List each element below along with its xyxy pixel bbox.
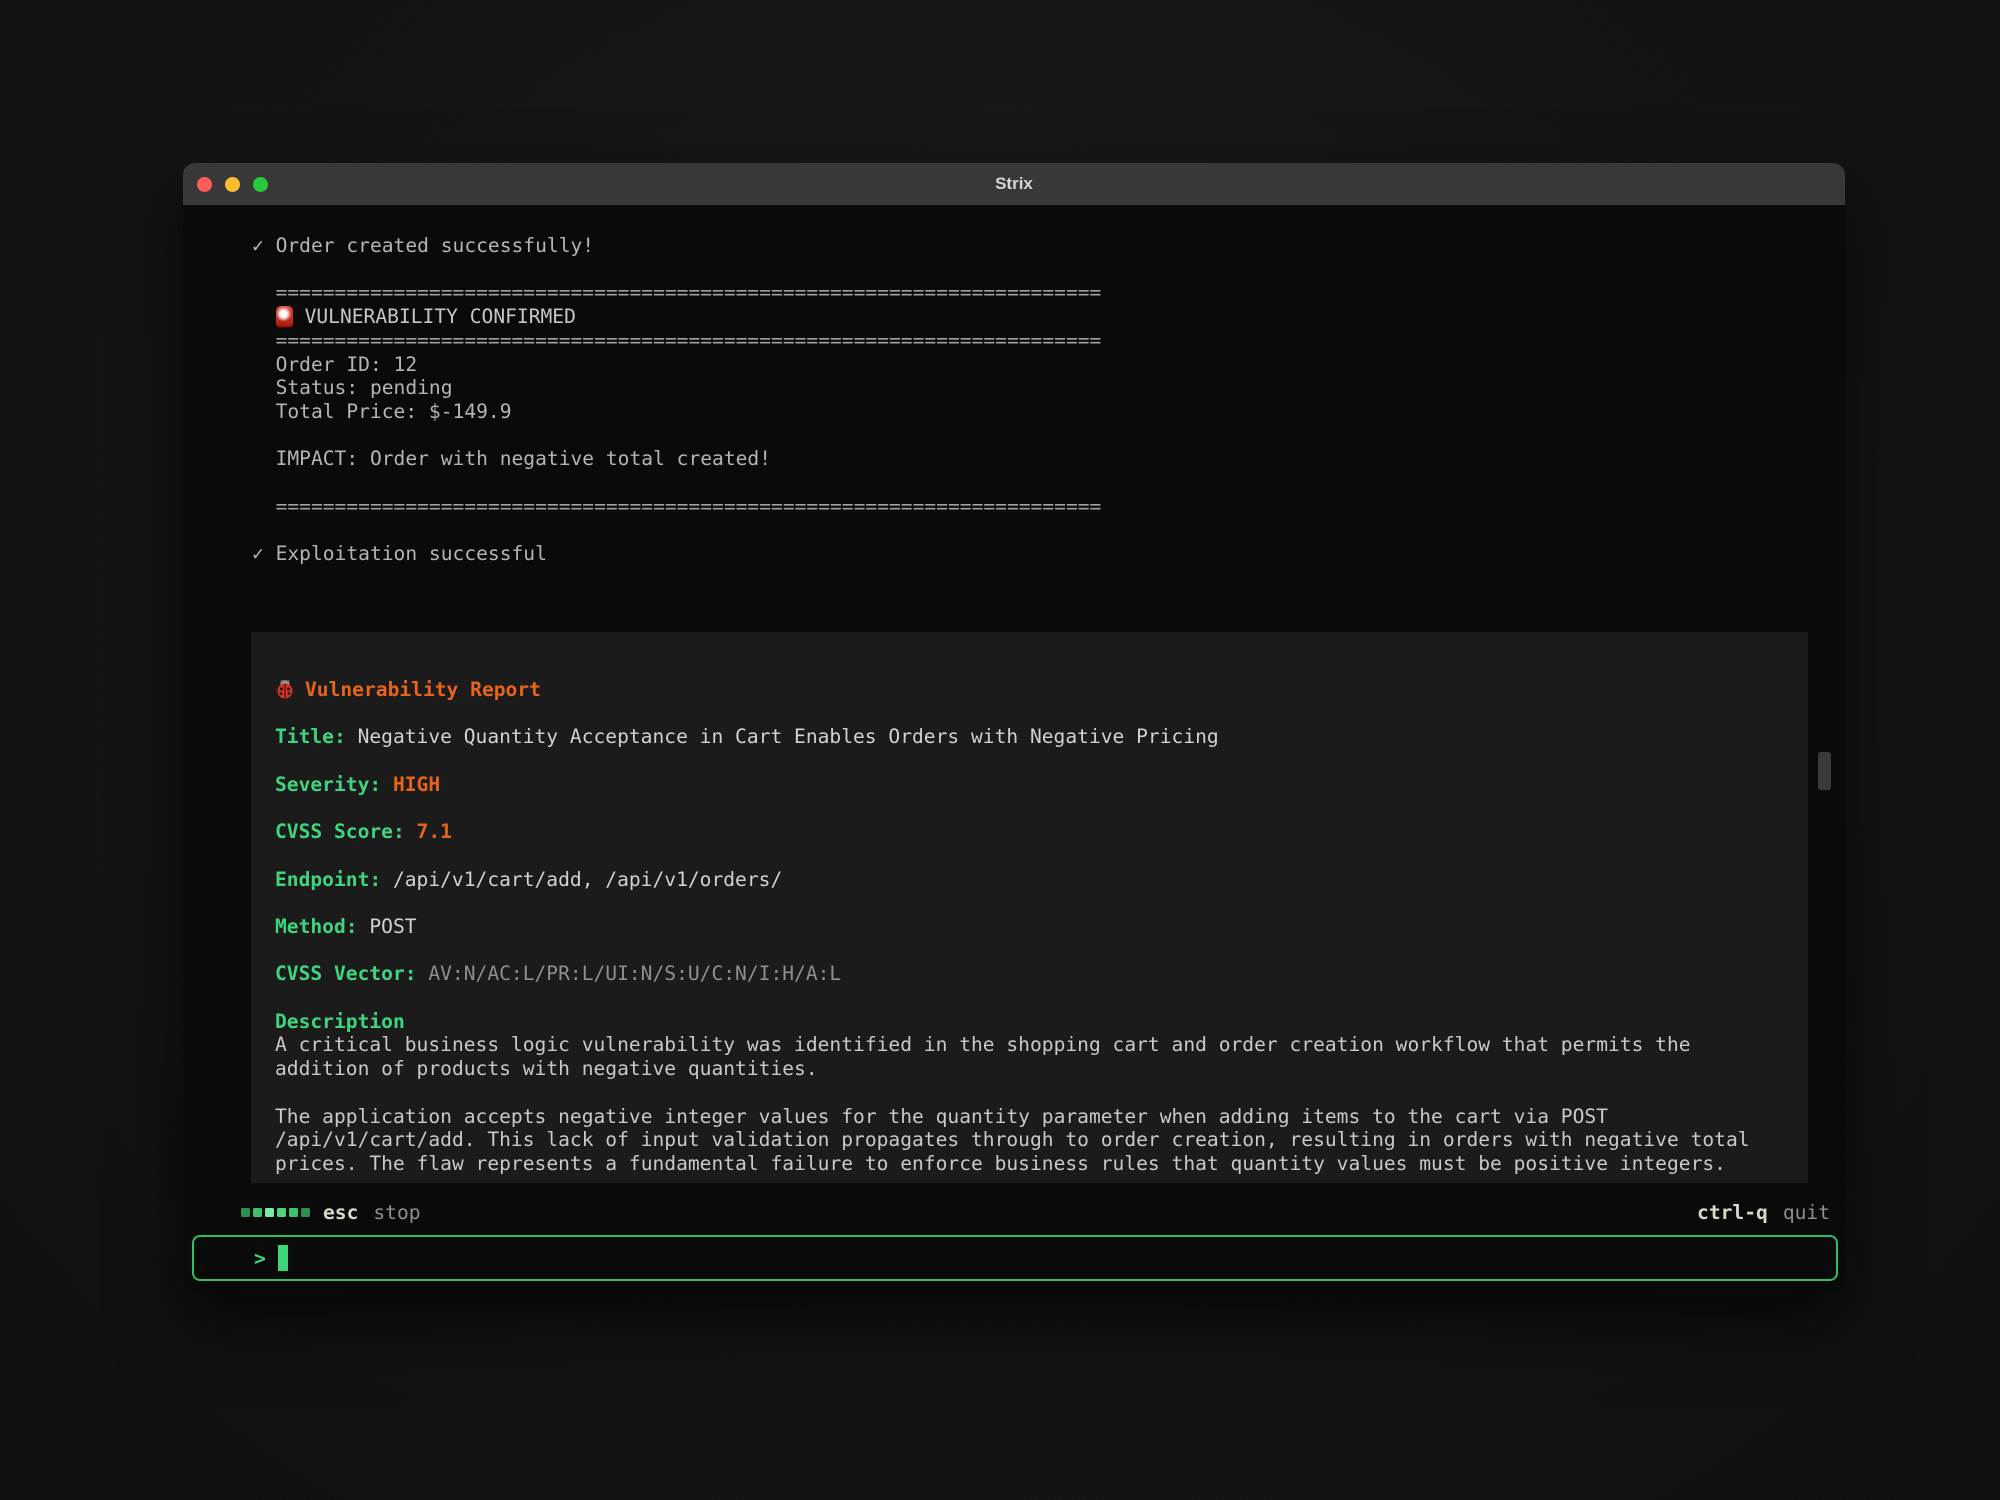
blank-line — [252, 258, 1845, 282]
minimize-window-button[interactable] — [225, 177, 240, 192]
command-input[interactable]: > — [192, 1235, 1838, 1281]
ladybug-icon — [275, 679, 295, 699]
report-title: Vulnerability Report — [305, 678, 541, 701]
exploitation-success-line: ✓ Exploitation successful — [252, 542, 1845, 566]
blank-line — [252, 518, 1845, 542]
endpoint-value: /api/v1/cart/add, /api/v1/orders/ — [393, 868, 782, 891]
scrollbar-thumb[interactable] — [1818, 752, 1831, 790]
description-paragraph-1: A critical business logic vulnerability … — [275, 1033, 1784, 1080]
terminal-output: ✓ Order created successfully! ===========… — [183, 163, 1845, 566]
zoom-window-button[interactable] — [253, 177, 268, 192]
separator-line: ========================================… — [252, 495, 1845, 519]
severity-label: Severity: — [275, 773, 381, 796]
esc-action-label: stop — [373, 1201, 420, 1224]
strix-window: Strix ✓ Order created successfully! =====… — [183, 163, 1845, 1293]
endpoint-row: Endpoint: /api/v1/cart/add, /api/v1/order… — [275, 868, 1784, 892]
severity-row: Severity: HIGH — [275, 773, 1784, 797]
impact-line: IMPACT: Order with negative total create… — [252, 447, 1845, 471]
title-label: Title: — [275, 725, 346, 748]
text-cursor — [278, 1245, 288, 1271]
cvss-score-value: 7.1 — [417, 820, 452, 843]
cvss-score-label: CVSS Score: — [275, 820, 405, 843]
quit-key-hint: ctrl-q — [1697, 1201, 1768, 1224]
input-prompt: > — [254, 1247, 266, 1270]
vulnerability-banner-line: VULNERABILITY CONFIRMED — [252, 305, 1845, 329]
description-paragraph-2: The application accepts negative integer… — [275, 1105, 1784, 1176]
status-bar-right: ctrl-q quit — [1697, 1201, 1830, 1224]
status-bar-left: esc stop — [241, 1201, 421, 1224]
blank-line — [252, 424, 1845, 448]
order-status-line: Status: pending — [252, 376, 1845, 400]
window-title: Strix — [183, 174, 1845, 194]
blank-line — [252, 471, 1845, 495]
esc-key-hint: esc — [323, 1201, 358, 1224]
order-success-line: ✓ Order created successfully! — [252, 234, 1845, 258]
activity-spinner-icon — [241, 1208, 310, 1217]
close-window-button[interactable] — [197, 177, 212, 192]
cvss-vector-value: AV:N/AC:L/PR:L/UI:N/S:U/C:N/I:H/A:L — [428, 962, 841, 985]
method-row: Method: POST — [275, 915, 1784, 939]
rotating-light-icon — [276, 306, 293, 326]
check-icon: ✓ — [252, 542, 264, 565]
vulnerability-report-panel: Vulnerability Report Title: Negative Quan… — [251, 632, 1808, 1183]
report-header-row: Vulnerability Report — [275, 678, 1784, 702]
traffic-lights — [197, 163, 268, 205]
separator-line: ========================================… — [252, 281, 1845, 305]
description-heading: Description — [275, 1010, 1784, 1034]
severity-value: HIGH — [393, 773, 440, 796]
title-value: Negative Quantity Acceptance in Cart Ena… — [358, 725, 1219, 748]
status-bar: esc stop ctrl-q quit — [183, 1200, 1845, 1224]
exploitation-success-text: Exploitation successful — [276, 542, 547, 565]
cvss-vector-row: CVSS Vector: AV:N/AC:L/PR:L/UI:N/S:U/C:N/… — [275, 962, 1784, 986]
order-success-text: Order created successfully! — [276, 234, 595, 257]
order-id-line: Order ID: 12 — [252, 353, 1845, 377]
check-icon: ✓ — [252, 234, 264, 257]
endpoint-label: Endpoint: — [275, 868, 381, 891]
window-titlebar[interactable]: Strix — [183, 163, 1845, 205]
separator-line: ========================================… — [252, 329, 1845, 353]
method-value: POST — [369, 915, 416, 938]
banner-heading: VULNERABILITY CONFIRMED — [305, 305, 576, 328]
quit-action-label: quit — [1783, 1201, 1830, 1224]
report-title-row: Title: Negative Quantity Acceptance in Ca… — [275, 725, 1784, 749]
total-price-line: Total Price: $-149.9 — [252, 400, 1845, 424]
method-label: Method: — [275, 915, 358, 938]
cvss-score-row: CVSS Score: 7.1 — [275, 820, 1784, 844]
cvss-vector-label: CVSS Vector: — [275, 962, 417, 985]
